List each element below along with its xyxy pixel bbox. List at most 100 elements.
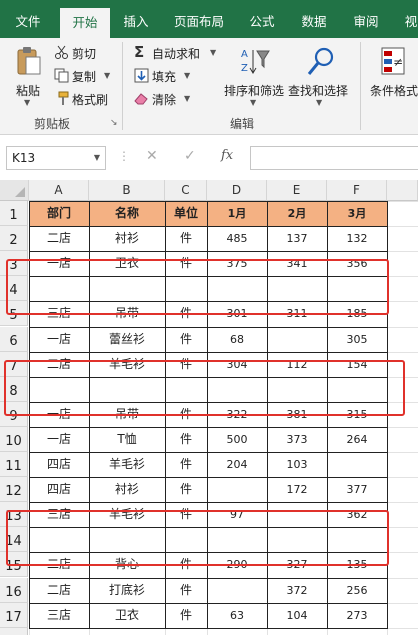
table-cell[interactable]: 件 (165, 327, 207, 352)
find-select-label: 查找和选择 (288, 84, 349, 98)
row-header[interactable]: 6 (0, 326, 28, 352)
table-cell[interactable]: 三店 (29, 603, 89, 628)
sort-filter-dropdown-icon[interactable]: ▼ (250, 98, 256, 107)
format-painter-button[interactable]: 格式刷 (54, 90, 118, 108)
table-cell[interactable]: 一店 (29, 427, 89, 452)
tab-page-layout[interactable]: 页面布局 (166, 0, 232, 38)
fill-button[interactable]: 填充 ▼ (134, 67, 194, 85)
find-select-button[interactable]: 查找和选择 ▼ (288, 44, 352, 110)
row-header[interactable]: 12 (0, 477, 28, 503)
table-cell[interactable]: 137 (267, 226, 327, 251)
table-cell[interactable]: 四店 (29, 477, 89, 502)
table-cell[interactable]: 件 (165, 578, 207, 603)
table-cell[interactable]: 373 (267, 427, 327, 452)
table-cell[interactable]: 264 (327, 427, 387, 452)
column-header-e[interactable]: E (267, 180, 327, 201)
table-cell[interactable]: 500 (207, 427, 267, 452)
table-cell[interactable] (327, 452, 387, 477)
column-header-d[interactable]: D (207, 180, 267, 201)
paste-dropdown-icon[interactable]: ▼ (24, 98, 30, 107)
header-cell[interactable]: 2月 (267, 201, 327, 227)
table-cell[interactable]: 衬衫 (89, 226, 165, 251)
row-header[interactable]: 10 (0, 426, 28, 452)
table-cell[interactable]: 二店 (29, 226, 89, 251)
row-header[interactable]: 1 (0, 201, 28, 227)
column-header-g[interactable] (387, 180, 418, 201)
table-cell[interactable]: 305 (327, 327, 387, 352)
header-cell[interactable]: 名称 (89, 201, 165, 227)
table-cell[interactable]: 377 (327, 477, 387, 502)
header-cell[interactable]: 单位 (165, 201, 207, 227)
sort-filter-button[interactable]: A Z 排序和筛选 ▼ (222, 44, 286, 110)
table-cell[interactable]: 件 (165, 226, 207, 251)
row-header[interactable]: 16 (0, 577, 28, 603)
table-cell[interactable]: 卫衣 (89, 603, 165, 628)
table-cell[interactable]: 二店 (29, 578, 89, 603)
copy-button[interactable]: 复制 ▼ (54, 67, 114, 85)
table-cell[interactable]: 羊毛衫 (89, 452, 165, 477)
autosum-dropdown-icon[interactable]: ▼ (210, 48, 216, 57)
table-cell[interactable]: 一店 (29, 327, 89, 352)
row-header[interactable]: 18 (0, 627, 28, 635)
column-header-b[interactable]: B (89, 180, 165, 201)
find-select-dropdown-icon[interactable]: ▼ (316, 98, 322, 107)
table-cell[interactable]: 四店 (29, 452, 89, 477)
table-cell[interactable]: 衬衫 (89, 477, 165, 502)
table-cell[interactable]: 485 (207, 226, 267, 251)
enter-icon[interactable]: ✓ (184, 148, 196, 164)
table-cell[interactable]: 273 (327, 603, 387, 628)
header-cell[interactable]: 1月 (207, 201, 267, 227)
clear-button[interactable]: 清除 ▼ (134, 90, 194, 108)
insert-function-icon[interactable]: fx (221, 148, 233, 163)
formula-input[interactable] (250, 146, 418, 170)
tab-formulas[interactable]: 公式 (240, 0, 284, 38)
table-cell[interactable]: 204 (207, 452, 267, 477)
table-cell[interactable] (207, 477, 267, 502)
row-header[interactable]: 17 (0, 602, 28, 628)
table-cell[interactable]: 件 (165, 427, 207, 452)
column-header-a[interactable]: A (29, 180, 89, 201)
tab-review[interactable]: 审阅 (344, 0, 388, 38)
table-cell[interactable]: T恤 (89, 427, 165, 452)
paste-button[interactable]: 粘贴 ▼ (10, 44, 48, 110)
cancel-icon[interactable]: ✕ (146, 148, 158, 164)
autosum-button[interactable]: Σ 自动求和 ▼ (134, 43, 220, 62)
table-cell[interactable]: 蕾丝衫 (89, 327, 165, 352)
fill-dropdown-icon[interactable]: ▼ (184, 71, 190, 80)
formula-bar-grip-icon[interactable]: ⋮ (118, 149, 131, 163)
table-cell[interactable]: 104 (267, 603, 327, 628)
table-cell[interactable]: 打底衫 (89, 578, 165, 603)
column-header-f[interactable]: F (327, 180, 387, 201)
table-cell[interactable]: 132 (327, 226, 387, 251)
format-painter-icon (58, 91, 69, 105)
table-cell[interactable]: 件 (165, 452, 207, 477)
row-header[interactable]: 2 (0, 226, 28, 252)
table-cell[interactable]: 372 (267, 578, 327, 603)
name-box[interactable]: K13 ▼ (6, 146, 106, 170)
name-box-dropdown-icon[interactable]: ▼ (94, 153, 100, 162)
clear-dropdown-icon[interactable]: ▼ (184, 94, 190, 103)
table-cell[interactable]: 172 (267, 477, 327, 502)
row-header[interactable]: 11 (0, 452, 28, 478)
table-cell[interactable]: 件 (165, 477, 207, 502)
table-cell[interactable] (267, 327, 327, 352)
dialog-launcher-icon[interactable]: ↘ (110, 118, 118, 128)
table-cell[interactable]: 件 (165, 603, 207, 628)
conditional-formatting-button[interactable]: ≠ 条件格式 (366, 44, 418, 110)
tab-home[interactable]: 开始 (60, 8, 110, 38)
column-header-c[interactable]: C (165, 180, 207, 201)
tab-view[interactable]: 视 (396, 0, 418, 38)
tab-file[interactable]: 文件 (4, 0, 52, 38)
table-cell[interactable]: 256 (327, 578, 387, 603)
table-cell[interactable]: 63 (207, 603, 267, 628)
table-cell[interactable]: 103 (267, 452, 327, 477)
copy-dropdown-icon[interactable]: ▼ (104, 71, 110, 80)
tab-data[interactable]: 数据 (292, 0, 336, 38)
select-all-corner[interactable] (0, 180, 29, 201)
table-cell[interactable] (207, 578, 267, 603)
cut-button[interactable]: 剪切 (54, 44, 114, 62)
table-cell[interactable]: 68 (207, 327, 267, 352)
header-cell[interactable]: 3月 (327, 201, 387, 227)
header-cell[interactable]: 部门 (29, 201, 89, 227)
tab-insert[interactable]: 插入 (114, 0, 158, 38)
